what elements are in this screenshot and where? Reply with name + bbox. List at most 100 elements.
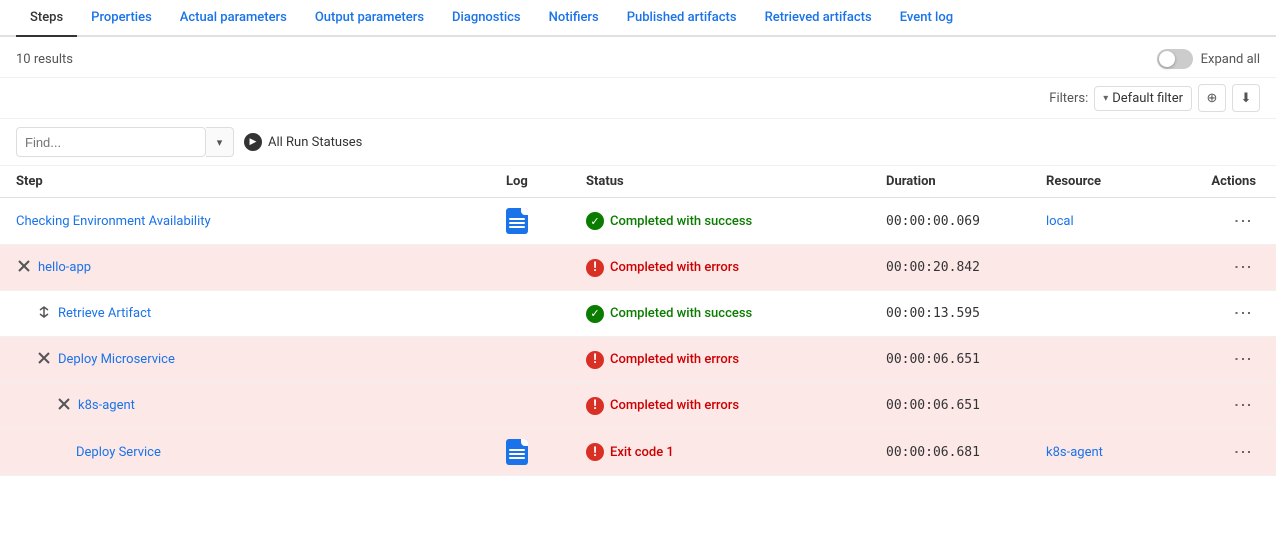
- col-step: Step: [16, 174, 506, 189]
- tab-diagnostics[interactable]: Diagnostics: [438, 0, 535, 37]
- status-label: Completed with success: [610, 214, 752, 229]
- table-row: k8s-agent !Completed with errors00:00:06.…: [0, 383, 1276, 429]
- expand-icon[interactable]: [36, 351, 52, 369]
- table-row: hello-app! Completed with errors 00:00:20.…: [0, 245, 1276, 291]
- top-bar: 10 results Expand all: [0, 37, 1276, 78]
- log-cell: [506, 208, 586, 234]
- duration-cell: 00:00:06.651: [886, 352, 1046, 367]
- tab-notifiers[interactable]: Notifiers: [535, 0, 613, 37]
- step-link[interactable]: k8s-agent: [78, 398, 135, 413]
- error-icon: !: [586, 351, 604, 369]
- success-icon: ✓: [586, 212, 604, 230]
- step-link[interactable]: Retrieve Artifact: [58, 306, 151, 321]
- more-actions-button[interactable]: ⋮: [1230, 392, 1255, 419]
- tab-actual-parameters[interactable]: Actual parameters: [166, 0, 301, 37]
- col-status: Status: [586, 174, 886, 189]
- filter-label: Filters:: [1049, 91, 1088, 106]
- search-dropdown-button[interactable]: ▾: [206, 127, 234, 157]
- duration-cell: 00:00:13.595: [886, 306, 1046, 321]
- search-bar: ▾ ▶ All Run Statuses: [0, 119, 1276, 166]
- step-cell: Retrieve Artifact: [16, 305, 506, 323]
- table-row: Deploy Microservice! Completed with error…: [0, 337, 1276, 383]
- status-cell: ! Exit code 1: [586, 443, 886, 461]
- error-icon: !: [586, 259, 604, 277]
- resource-cell[interactable]: local: [1046, 214, 1176, 229]
- more-actions-button[interactable]: ⋮: [1230, 254, 1255, 281]
- tab-properties[interactable]: Properties: [77, 0, 166, 37]
- resource-cell[interactable]: k8s-agent: [1046, 445, 1176, 460]
- step-cell: Deploy Microservice: [16, 351, 506, 369]
- actions-cell: ⋮: [1176, 209, 1256, 234]
- search-chevron-icon: ▾: [217, 136, 223, 149]
- expand-icon[interactable]: [56, 397, 72, 415]
- tab-event-log[interactable]: Event log: [886, 0, 967, 37]
- col-log: Log: [506, 174, 586, 189]
- filter-bar: Filters: ▾ Default filter ⊕ ⬇: [0, 78, 1276, 119]
- more-actions-button[interactable]: ⋮: [1230, 300, 1255, 327]
- actions-cell: ⋮: [1176, 347, 1256, 372]
- col-resource: Resource: [1046, 174, 1176, 189]
- table-row: Retrieve Artifact ✓ Completed with success…: [0, 291, 1276, 337]
- duration-cell: 00:00:06.651: [886, 398, 1046, 413]
- tab-output-parameters[interactable]: Output parameters: [301, 0, 438, 37]
- status-cell: !Completed with errors: [586, 397, 886, 415]
- log-cell: [506, 439, 586, 465]
- more-actions-button[interactable]: ⋮: [1230, 439, 1255, 466]
- status-filter-dropdown[interactable]: ▶ All Run Statuses: [244, 133, 362, 151]
- duration-cell: 00:00:20.842: [886, 260, 1046, 275]
- chevron-down-icon: ▾: [1103, 93, 1108, 104]
- duration-cell: 00:00:00.069: [886, 214, 1046, 229]
- search-input-wrap: ▾: [16, 127, 234, 157]
- expand-icon[interactable]: [16, 259, 32, 277]
- tab-retrieved-artifacts[interactable]: Retrieved artifacts: [751, 0, 886, 37]
- step-cell: k8s-agent: [16, 397, 506, 415]
- default-filter-label: Default filter: [1112, 91, 1183, 106]
- more-actions-button[interactable]: ⋮: [1230, 346, 1255, 373]
- add-filter-icon: ⊕: [1207, 91, 1218, 106]
- col-actions: Actions: [1176, 174, 1256, 189]
- expand-all-toggle[interactable]: [1157, 49, 1193, 69]
- duration-cell: 00:00:06.681: [886, 445, 1046, 460]
- default-filter-dropdown[interactable]: ▾ Default filter: [1094, 86, 1192, 111]
- export-button[interactable]: ⬇: [1232, 84, 1260, 112]
- actions-cell: ⋮: [1176, 255, 1256, 280]
- results-count: 10 results: [16, 52, 73, 67]
- status-filter-label: All Run Statuses: [268, 135, 362, 150]
- tab-published-artifacts[interactable]: Published artifacts: [613, 0, 751, 37]
- success-icon: ✓: [586, 305, 604, 323]
- expand-all-label: Expand all: [1201, 52, 1260, 67]
- actions-cell: ⋮: [1176, 440, 1256, 465]
- step-link[interactable]: Deploy Microservice: [58, 352, 175, 367]
- table-row: Checking Environment Availability ✓ Comple…: [0, 198, 1276, 245]
- run-status-icon: ▶: [244, 133, 262, 151]
- tab-steps[interactable]: Steps: [16, 0, 77, 37]
- actions-cell: ⋮: [1176, 301, 1256, 326]
- log-icon[interactable]: [506, 208, 528, 234]
- status-label: Exit code 1: [610, 445, 674, 460]
- status-cell: ✓ Completed with success: [586, 212, 886, 230]
- status-cell: ! Completed with errors: [586, 259, 886, 277]
- status-cell: ✓ Completed with success: [586, 305, 886, 323]
- step-link[interactable]: Checking Environment Availability: [16, 214, 211, 229]
- actions-cell: ⋮: [1176, 393, 1256, 418]
- status-label: Completed with errors: [610, 260, 739, 275]
- more-actions-button[interactable]: ⋮: [1230, 208, 1255, 235]
- table-header: Step Log Status Duration Resource Action…: [0, 166, 1276, 198]
- step-cell: Deploy Service: [16, 445, 506, 460]
- status-cell: ! Completed with errors: [586, 351, 886, 369]
- add-filter-button[interactable]: ⊕: [1198, 84, 1226, 112]
- table: Step Log Status Duration Resource Action…: [0, 166, 1276, 476]
- step-link[interactable]: Deploy Service: [76, 445, 161, 460]
- status-label: Completed with success: [610, 306, 752, 321]
- export-icon: ⬇: [1241, 91, 1252, 106]
- search-input[interactable]: [16, 127, 206, 157]
- step-link[interactable]: hello-app: [38, 260, 91, 275]
- expand-all-area: Expand all: [1157, 49, 1260, 69]
- tabs-bar: StepsPropertiesActual parametersOutput p…: [0, 0, 1276, 37]
- toggle-knob: [1159, 51, 1175, 67]
- log-icon[interactable]: [506, 439, 528, 465]
- exit-error-icon: !: [586, 443, 604, 461]
- expand-icon[interactable]: [36, 305, 52, 323]
- table-body: Checking Environment Availability ✓ Comple…: [0, 198, 1276, 476]
- status-label: Completed with errors: [610, 352, 739, 367]
